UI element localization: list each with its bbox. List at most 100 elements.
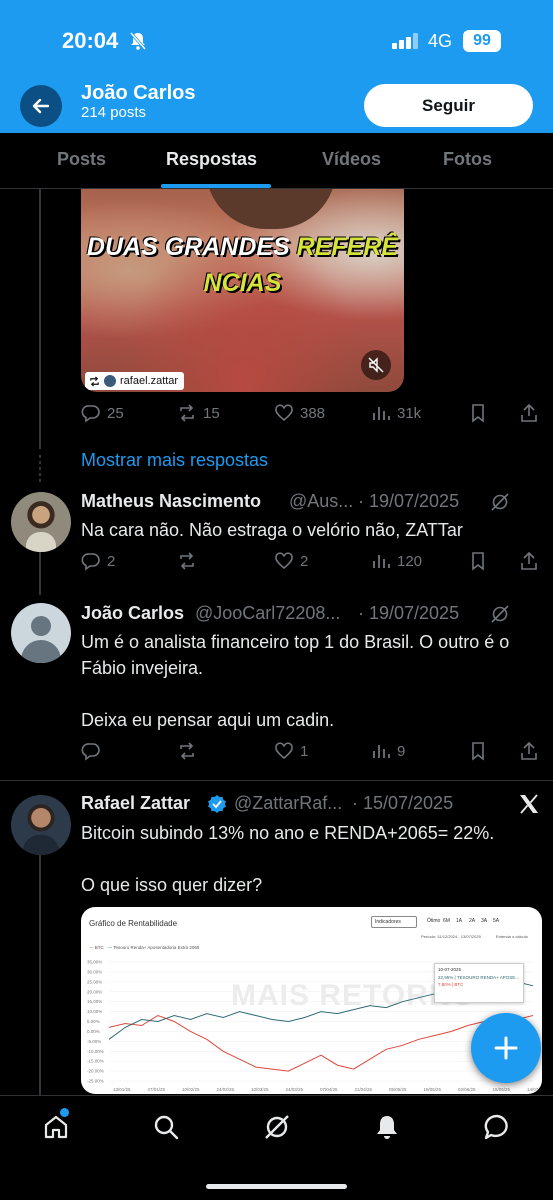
reply-author-name[interactable]: João Carlos <box>81 603 184 624</box>
y-tick-label: -25.00% <box>87 1079 104 1084</box>
reply-count: 25 <box>107 404 124 422</box>
repost-button[interactable] <box>177 551 197 571</box>
active-tab-indicator <box>161 184 271 188</box>
profile-header-bar: 20:04 4G 99 João Carlos 214 posts Seguir <box>0 0 553 133</box>
avatar[interactable] <box>11 795 71 855</box>
nav-notifications[interactable] <box>371 1111 403 1143</box>
post-actions: 1 9 <box>81 741 541 765</box>
views-button[interactable]: 120 <box>371 551 422 571</box>
y-tick-label: 30.00% <box>87 969 102 974</box>
series-line-btc <box>108 1014 534 1072</box>
bookmark-button[interactable] <box>468 741 488 761</box>
x-tick-label: 07/04/25 <box>320 1087 338 1092</box>
signal-icon <box>392 33 418 49</box>
home-indicator <box>206 1184 347 1189</box>
x-tick-label: 14/07/25 <box>527 1087 542 1092</box>
view-count: 31k <box>397 404 422 422</box>
bookmark-icon <box>472 742 484 761</box>
tab-fotos[interactable]: Fotos <box>443 149 492 170</box>
post-text: Bitcoin subindo 13% no ano e RENDA+2065=… <box>81 823 495 895</box>
avatar-head <box>31 616 51 636</box>
video-caption: DUAS GRANDES REFERÊ NCIAS <box>86 233 399 297</box>
tab-videos[interactable]: Vídeos <box>322 149 381 170</box>
avatar-body <box>21 640 61 663</box>
post-divider <box>0 780 553 781</box>
avatar-mini <box>104 375 116 387</box>
notifications-icon <box>377 1116 397 1139</box>
show-more-replies-link[interactable]: Mostrar mais respostas <box>81 450 268 471</box>
profile-tabs: Posts Respostas Vídeos Fotos <box>0 133 553 189</box>
repost-button[interactable]: 15 <box>177 403 220 423</box>
nav-messages[interactable] <box>481 1111 513 1143</box>
like-button[interactable]: 388 <box>274 403 325 423</box>
views-button[interactable]: 31k <box>371 403 421 423</box>
x-logo-icon <box>520 794 538 814</box>
x-tick-label: 27/01/25 <box>148 1087 166 1092</box>
share-button[interactable] <box>519 551 539 571</box>
thread-line <box>39 828 41 1098</box>
heart-icon <box>275 742 293 760</box>
views-button[interactable]: 9 <box>371 741 405 761</box>
x-tick-label: 10/03/25 <box>251 1087 269 1092</box>
y-tick-label: 15.00% <box>87 999 102 1004</box>
reply-button[interactable]: 2 <box>81 551 115 571</box>
thread-line <box>39 189 41 449</box>
bookmark-button[interactable] <box>468 551 488 571</box>
nav-grok[interactable] <box>261 1111 293 1143</box>
reply-icon <box>81 405 100 423</box>
reply-author-name[interactable]: Matheus Nascimento <box>81 491 261 512</box>
x-tick-label: 02/06/25 <box>458 1087 476 1092</box>
like-count: 388 <box>300 404 326 422</box>
video-player[interactable]: DUAS GRANDES REFERÊ NCIAS rafael.zattar <box>81 189 404 392</box>
bookmark-icon <box>472 552 484 571</box>
reply-date: · 19/07/2025 <box>358 491 460 511</box>
share-button[interactable] <box>519 741 539 761</box>
view-count: 9 <box>397 742 406 760</box>
post-date: · 15/07/2025 <box>352 793 454 813</box>
x-tick-label: 24/02/25 <box>217 1087 235 1092</box>
y-tick-label: 25.00% <box>87 979 102 984</box>
y-tick-label: 35.00% <box>87 960 102 965</box>
bookmark-icon <box>472 404 484 423</box>
y-tick-label: 20.00% <box>87 989 102 994</box>
tooltip-date: 10-07-2025 <box>438 967 462 972</box>
arrow-left-icon <box>32 98 50 114</box>
views-icon <box>373 745 390 758</box>
tooltip-row-tesouro: 22,95% | TESOURO RENDA+ APOSE... <box>438 975 519 980</box>
avatar-shirt <box>26 532 56 552</box>
heart-icon <box>275 404 293 422</box>
compose-button[interactable] <box>471 1013 541 1083</box>
y-tick-label: 5.00% <box>87 1019 100 1024</box>
back-button[interactable] <box>20 85 62 127</box>
tab-posts[interactable]: Posts <box>57 149 106 170</box>
notification-dot <box>60 1108 69 1117</box>
verified-badge-icon <box>208 795 226 813</box>
post-author-name[interactable]: Rafael Zattar <box>81 793 190 814</box>
follow-button[interactable]: Seguir <box>364 84 533 127</box>
x-tick-label: 24/03/25 <box>286 1087 304 1092</box>
view-count: 120 <box>397 552 423 570</box>
repost-button[interactable] <box>177 741 197 761</box>
repost-icon <box>180 552 194 570</box>
grok-icon[interactable] <box>490 492 510 512</box>
share-button[interactable] <box>519 403 539 423</box>
repost-icon <box>180 404 194 422</box>
tab-respostas[interactable]: Respostas <box>166 149 257 170</box>
post-image-chart[interactable]: Gráfico de Rentabilidade Indicadores Óti… <box>81 907 542 1094</box>
battery-level: 99 <box>463 30 501 52</box>
mute-button[interactable] <box>361 350 391 380</box>
y-tick-label: 10.00% <box>87 1009 102 1014</box>
avatar-default[interactable] <box>11 603 71 663</box>
bottom-nav <box>0 1095 553 1200</box>
reply-button[interactable]: 25 <box>81 403 124 423</box>
share-icon <box>521 741 537 760</box>
bookmark-button[interactable] <box>468 403 488 423</box>
like-button[interactable]: 2 <box>274 551 308 571</box>
share-icon <box>521 403 537 422</box>
grok-icon[interactable] <box>490 604 510 624</box>
nav-search[interactable] <box>150 1111 182 1143</box>
repost-count: 15 <box>203 404 220 422</box>
like-button[interactable]: 1 <box>274 741 308 761</box>
reply-button[interactable] <box>81 741 101 761</box>
avatar[interactable] <box>11 492 71 552</box>
